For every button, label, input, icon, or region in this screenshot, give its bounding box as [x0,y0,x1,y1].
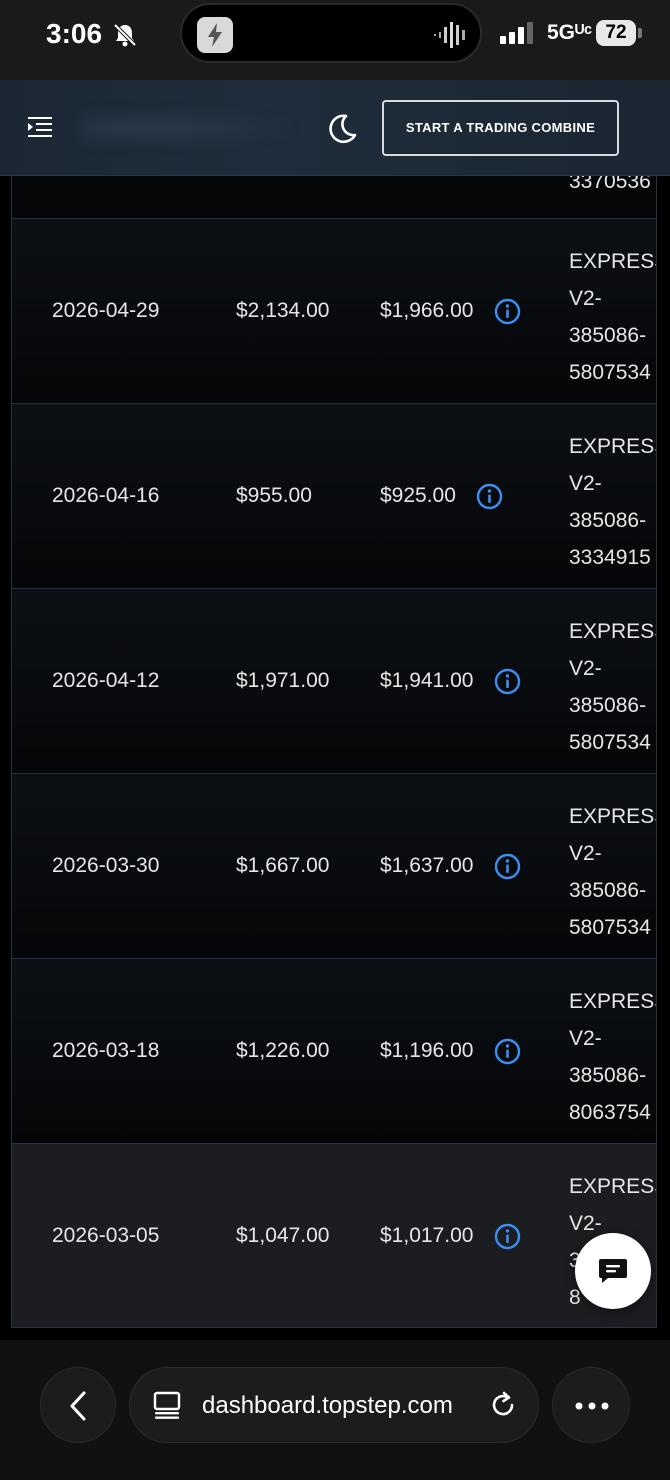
network-type: 5Gᵁᶜ [547,21,593,44]
account-cell: EXPRESS V2- 385086- 5807534 [569,620,656,754]
chat-icon [599,1259,627,1283]
table-row: 3370536 [12,176,656,219]
status-bar: 3:06 5Gᵁᶜ 72 [0,0,670,80]
start-trading-combine-button[interactable]: START A TRADING COMBINE [382,100,619,156]
account-cell: EXPRESS V2- 385086- 5807534 [569,250,656,384]
menu-icon[interactable] [28,116,52,138]
account-cell: EXPRESS V2- 385086- 8063754 [569,990,656,1124]
table-row: 2026-03-05 $1,047.00 $1,017.00 EXPRESS V… [12,1144,656,1327]
amount-cell: $955.00 [236,484,312,507]
back-button[interactable] [40,1367,116,1443]
payouts-table: 3370536 2026-04-29 $2,134.00 $1,966.00 E… [11,176,657,1328]
info-icon[interactable] [494,853,521,880]
chat-button[interactable] [575,1233,651,1309]
battery-level: 72 [596,20,636,46]
table-row: 2026-04-29 $2,134.00 $1,966.00 EXPRESS V… [12,219,656,404]
amount-cell: $1,667.00 [236,854,330,877]
table-row: 2026-03-30 $1,667.00 $1,637.00 EXPRESS V… [12,774,656,959]
net-amount-cell: $1,196.00 [380,1039,474,1062]
date-cell: 2026-04-12 [52,669,160,692]
table-row: 2026-03-18 $1,226.00 $1,196.00 EXPRESS V… [12,959,656,1144]
more-button[interactable] [552,1367,630,1443]
bolt-icon [197,17,233,53]
browser-toolbar: dashboard.topstep.com [0,1340,670,1480]
info-icon[interactable] [494,1038,521,1065]
amount-cell: $1,047.00 [236,1224,330,1247]
amount-cell: $2,134.00 [236,299,330,322]
ellipsis-icon [575,1402,609,1410]
dark-mode-moon-icon[interactable] [326,113,358,145]
info-icon[interactable] [494,1223,521,1250]
net-amount-cell: $1,966.00 [380,299,474,322]
chevron-left-icon [70,1391,86,1421]
amount-cell: $1,971.00 [236,669,330,692]
net-amount-cell: $1,941.00 [380,669,474,692]
net-amount-cell: $1,017.00 [380,1224,474,1247]
net-amount-cell: $925.00 [380,484,456,507]
account-cell: EXPRESS V2- 385086- 3334915 [569,435,656,569]
address-bar[interactable]: dashboard.topstep.com [129,1367,539,1443]
audio-wave-icon [434,22,465,48]
dynamic-island [180,3,482,63]
amount-cell: $1,226.00 [236,1039,330,1062]
battery-nub [638,28,642,38]
net-amount-cell: $1,637.00 [380,854,474,877]
status-time: 3:06 [46,18,103,49]
date-cell: 2026-03-05 [52,1224,160,1247]
page-icon [153,1391,181,1419]
blurred-logo [80,110,300,146]
bell-slash-icon [113,23,137,47]
date-cell: 2026-03-30 [52,854,160,877]
date-cell: 2026-04-29 [52,299,160,322]
info-icon[interactable] [494,668,521,695]
info-icon[interactable] [494,298,521,325]
account-cell: 3370536 [569,176,651,193]
reload-icon[interactable] [488,1390,518,1420]
table-row: 2026-04-12 $1,971.00 $1,941.00 EXPRESS V… [12,589,656,774]
table-row: 2026-04-16 $955.00 $925.00 EXPRESS V2- 3… [12,404,656,589]
info-icon[interactable] [476,483,503,510]
date-cell: 2026-03-18 [52,1039,160,1062]
date-cell: 2026-04-16 [52,484,160,507]
account-cell: EXPRESS V2- 385086- 5807534 [569,805,656,939]
url-text: dashboard.topstep.com [202,1392,453,1419]
cell-signal-icon [500,22,533,44]
